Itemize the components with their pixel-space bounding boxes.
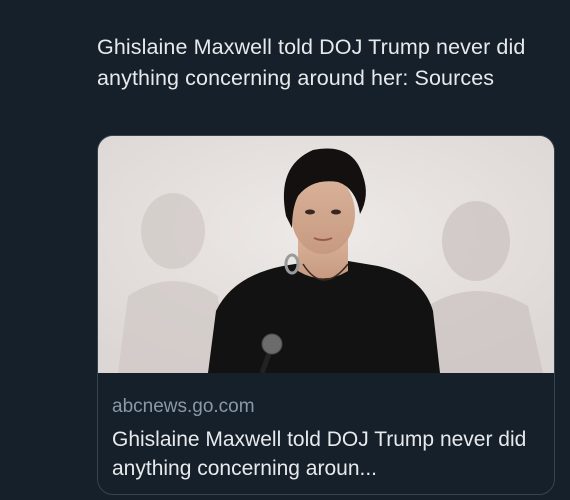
link-card-body: abcnews.go.com Ghislaine Maxwell told DO…	[98, 373, 554, 483]
link-preview-card[interactable]: abcnews.go.com Ghislaine Maxwell told DO…	[97, 135, 555, 495]
tweet-text: Ghislaine Maxwell told DOJ Trump never d…	[97, 35, 526, 90]
link-card-domain: abcnews.go.com	[112, 396, 255, 417]
portrait-photo	[98, 136, 554, 373]
link-card-title[interactable]: Ghislaine Maxwell told DOJ Trump never d…	[112, 425, 537, 483]
link-card-image[interactable]	[98, 136, 554, 373]
tweet-container: Ghislaine Maxwell told DOJ Trump never d…	[0, 0, 570, 500]
